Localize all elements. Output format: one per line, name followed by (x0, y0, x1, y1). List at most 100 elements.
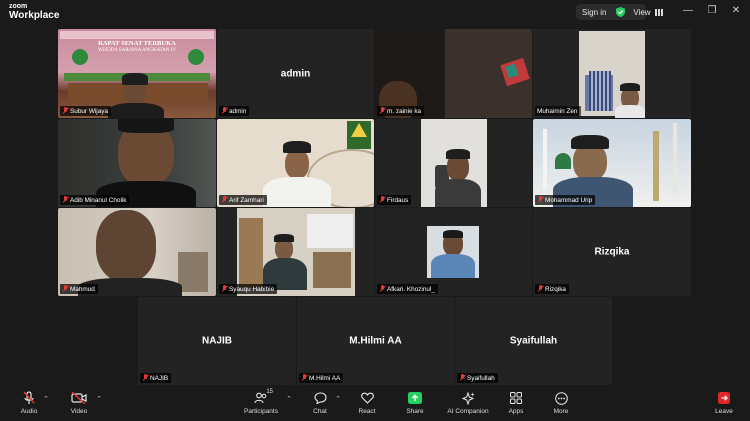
ai-companion-label: AI Companion (447, 408, 489, 415)
participants-label: Participants (244, 408, 278, 415)
muted-mic-icon (62, 107, 68, 115)
participant-name: M.Hilmi AA (309, 374, 341, 382)
video-tile[interactable]: Afkari. Khozinul_ (375, 208, 532, 296)
participants-options-caret-icon[interactable]: ⌃ (285, 395, 293, 403)
meeting-toolbar: Audio ⌃ Video ⌃ 15 Participants ⌃ Chat ⌃… (0, 388, 750, 421)
restore-icon[interactable]: ❐ (705, 5, 719, 16)
title-bar: zoom Workplace Sign in View — ❐ ✕ (0, 0, 750, 24)
apps-icon (507, 390, 525, 406)
video-feed (375, 29, 532, 118)
participant-display-name: M.Hilmi AA (349, 335, 402, 347)
chat-icon (311, 390, 329, 406)
participant-name: Rizqika (545, 285, 566, 293)
video-feed (217, 119, 374, 207)
video-tile[interactable]: Arif Zamhari (217, 119, 374, 207)
participant-name: Adib Minanul Cholik (70, 196, 127, 204)
apps-button[interactable]: Apps (494, 390, 538, 420)
participant-name-tag: Rizqika (535, 284, 569, 294)
participant-name: m. zainie ka (387, 107, 422, 115)
participant-name-tag: Muhaimin Zen (535, 106, 581, 116)
video-feed (58, 208, 216, 296)
participant-name-tag: Arif Zamhari (219, 195, 267, 205)
logo-bottom: Workplace (9, 10, 60, 21)
participant-name: Syaifullah (467, 374, 495, 382)
participant-name: Syauqu Habibie (229, 285, 275, 293)
video-feed: RAPAT SENAT TERBUKA WISUDA SARJANA ANGKA… (58, 29, 216, 118)
video-feed (375, 119, 532, 207)
participant-name: Mahmud (70, 285, 95, 293)
muted-mic-icon (221, 107, 227, 115)
video-tile[interactable]: admin admin (217, 29, 374, 118)
view-button[interactable]: View (629, 4, 667, 20)
chat-options-caret-icon[interactable]: ⌃ (334, 395, 342, 403)
video-tile-active-speaker[interactable]: Muhaimin Zen (533, 29, 691, 118)
participants-count: 15 (266, 389, 273, 395)
video-tile[interactable]: Rizqika Rizqika (533, 208, 691, 296)
video-feed (533, 29, 691, 118)
sparkle-icon (459, 390, 477, 406)
more-button[interactable]: More (539, 390, 583, 420)
video-feed (375, 208, 532, 296)
participant-name-tag: Mohammad Urip (535, 195, 596, 205)
ai-companion-button[interactable]: AI Companion (444, 390, 492, 420)
video-tile[interactable]: Syaifullah Syaifullah (455, 297, 612, 385)
participant-name: NAJIB (150, 374, 169, 382)
video-tile[interactable]: Mahmud (58, 208, 216, 296)
sign-in-label: Sign in (582, 7, 607, 17)
grid-icon (654, 8, 663, 16)
chat-label: Chat (313, 408, 327, 415)
participant-name-tag: Syauqu Habibie (219, 284, 278, 294)
participant-name: Afkari. Khozinul_ (387, 285, 435, 293)
video-options-caret-icon[interactable]: ⌃ (95, 395, 103, 403)
participant-name: admin (229, 107, 247, 115)
muted-mic-icon (379, 107, 385, 115)
leave-button[interactable]: Leave (702, 390, 746, 420)
participant-name-tag: Subur Wijaya (60, 106, 112, 116)
leave-icon (715, 390, 733, 406)
minimize-icon[interactable]: — (681, 5, 695, 16)
video-tile[interactable]: Mohammad Urip (533, 119, 691, 207)
video-feed (58, 119, 216, 207)
video-feed (217, 208, 374, 296)
participant-name-tag: Adib Minanul Cholik (60, 195, 130, 205)
react-button[interactable]: React (345, 390, 389, 420)
video-tile[interactable]: Firdaus (375, 119, 532, 207)
participant-name-tag: Afkari. Khozinul_ (377, 284, 438, 294)
muted-mic-icon (537, 285, 543, 293)
video-label: Video (70, 408, 88, 415)
video-tile[interactable]: Syauqu Habibie (217, 208, 374, 296)
apps-label: Apps (508, 408, 524, 415)
participant-name: Arif Zamhari (229, 196, 264, 204)
video-tile[interactable]: M.Hilmi AA M.Hilmi AA (297, 297, 454, 385)
participant-name-tag: Mahmud (60, 284, 98, 294)
muted-mic-icon (379, 285, 385, 293)
participant-display-name: NAJIB (201, 335, 232, 347)
close-icon[interactable]: ✕ (729, 5, 743, 16)
video-tile[interactable]: RAPAT SENAT TERBUKA WISUDA SARJANA ANGKA… (58, 29, 216, 118)
participant-name: Subur Wijaya (70, 107, 109, 115)
view-label: View (633, 7, 651, 17)
participant-name-tag: M.Hilmi AA (299, 373, 344, 383)
participant-display-name: Rizqika (594, 246, 630, 258)
participants-button[interactable]: 15 Participants (238, 389, 284, 420)
muted-mic-icon (62, 285, 68, 293)
participant-name-tag: NAJIB (140, 373, 172, 383)
more-icon (552, 390, 570, 406)
participant-name-tag: admin (219, 106, 250, 116)
video-tile[interactable]: m. zainie ka (375, 29, 532, 118)
video-feed (533, 119, 691, 207)
participant-display-name: Syaifullah (509, 335, 558, 347)
muted-mic-icon (379, 196, 385, 204)
video-off-icon (70, 390, 88, 406)
video-tile[interactable]: Adib Minanul Cholik (58, 119, 216, 207)
audio-label: Audio (20, 408, 38, 415)
audio-options-caret-icon[interactable]: ⌃ (42, 395, 50, 403)
react-label: React (358, 408, 376, 415)
share-label: Share (406, 408, 424, 415)
video-tile[interactable]: NAJIB NAJIB (138, 297, 296, 385)
participant-name: Mohammad Urip (545, 196, 593, 204)
banner-text-1: RAPAT SENAT TERBUKA (98, 40, 176, 47)
shield-check-icon (616, 7, 626, 17)
share-button[interactable]: Share (393, 390, 437, 420)
participant-display-name: admin (280, 68, 311, 79)
